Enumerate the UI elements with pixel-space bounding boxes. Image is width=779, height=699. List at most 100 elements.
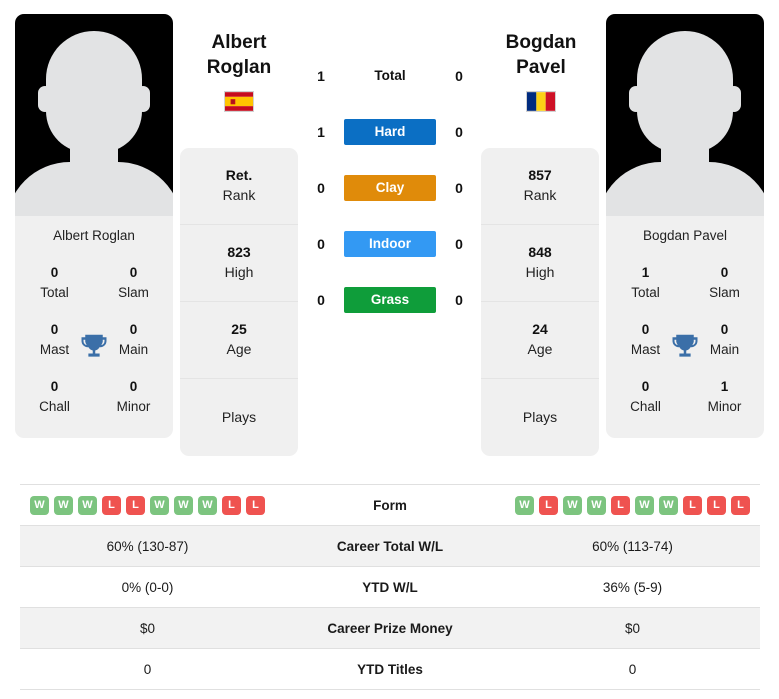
form-badge-left-1[interactable]: W bbox=[54, 495, 73, 515]
form-badge-right-4[interactable]: L bbox=[611, 495, 630, 515]
surface-titles-column: 1 Total 0 1 Hard 0 0 Clay 0 0 Indoor 0 0 Grass 0 bbox=[310, 62, 470, 314]
stat-age-left: 25 Age bbox=[180, 302, 298, 379]
form-badge-left-3[interactable]: L bbox=[102, 495, 121, 515]
stat-rank-label-left: Rank bbox=[222, 187, 256, 203]
player-last-name-right: Pavel bbox=[516, 57, 566, 79]
player-panel-left[interactable]: Albert Roglan 0 Total 0 Slam 0 Mast 0 Ma… bbox=[15, 14, 173, 439]
surface-row-total: 1 Total 0 bbox=[310, 62, 470, 90]
player-panel-name-right: Bogdan Pavel bbox=[642, 228, 728, 243]
table-cell-left-career_prize_money: $0 bbox=[139, 620, 156, 636]
form-badge-left-6[interactable]: W bbox=[174, 495, 193, 515]
title-cell-chall-right: 0 Chall bbox=[606, 369, 685, 426]
titles-grid-left: 0 Total 0 Slam 0 Mast 0 Main 0 Chall 0 M… bbox=[15, 255, 173, 438]
stat-rank-value-right: 857 bbox=[528, 167, 552, 184]
form-list-left: WWWLLWWWLL bbox=[20, 495, 275, 515]
title-label-chall-left: Chall bbox=[39, 398, 70, 414]
table-cell-left-ytd_titles: 0 bbox=[143, 661, 152, 677]
form-badge-right-0[interactable]: W bbox=[515, 495, 534, 515]
player-panel-right[interactable]: Bogdan Pavel 1 Total 0 Slam 0 Mast 0 Mai… bbox=[606, 14, 764, 439]
title-cell-chall-left: 0 Chall bbox=[15, 369, 94, 426]
table-label-ytd_titles: YTD Titles bbox=[357, 661, 423, 677]
flag-romania-icon bbox=[526, 90, 556, 112]
stat-rank-right: 857 Rank bbox=[481, 148, 599, 225]
surface-badge-hard: Hard bbox=[344, 119, 436, 145]
form-badge-left-4[interactable]: L bbox=[126, 495, 145, 515]
avatar-ear-left-shape bbox=[38, 86, 52, 112]
table-cell-right-form: WLWWLWWLLL bbox=[505, 495, 760, 515]
stat-plays-left: Plays bbox=[180, 379, 298, 456]
surface-wins-right-hard: 0 bbox=[455, 124, 463, 140]
title-label-minor-right: Minor bbox=[707, 398, 742, 414]
title-cell-total-left: 0 Total bbox=[15, 255, 94, 312]
stat-plays-right: Plays bbox=[481, 379, 599, 456]
form-badge-left-9[interactable]: L bbox=[246, 495, 265, 515]
title-label-slam-left: Slam bbox=[118, 284, 149, 300]
form-badge-right-1[interactable]: L bbox=[539, 495, 558, 515]
stat-high-label-left: High bbox=[224, 264, 254, 280]
form-badge-right-6[interactable]: W bbox=[659, 495, 678, 515]
title-value-slam-left: 0 bbox=[129, 265, 138, 280]
title-value-slam-right: 0 bbox=[720, 265, 729, 280]
form-badge-right-9[interactable]: L bbox=[731, 495, 750, 515]
title-label-slam-right: Slam bbox=[709, 284, 740, 300]
form-badge-left-8[interactable]: L bbox=[222, 495, 241, 515]
avatar-ear-right-shape bbox=[727, 86, 741, 112]
player-panel-name-left: Albert Roglan bbox=[53, 228, 135, 243]
stat-age-label-left: Age bbox=[226, 341, 252, 357]
table-cell-right-ytd_titles: 0 bbox=[628, 661, 637, 677]
stat-high-right: 848 High bbox=[481, 225, 599, 302]
table-row: 0 YTD Titles 0 bbox=[20, 649, 760, 690]
table-label-form: Form bbox=[373, 497, 407, 513]
surface-wins-right-indoor: 0 bbox=[455, 236, 463, 252]
titles-grid-right: 1 Total 0 Slam 0 Mast 0 Main 0 Chall 1 M… bbox=[606, 255, 764, 438]
surface-row-grass: 0 Grass 0 bbox=[310, 286, 470, 314]
title-label-minor-left: Minor bbox=[116, 398, 151, 414]
form-badge-right-8[interactable]: L bbox=[707, 495, 726, 515]
flag-spain-icon bbox=[224, 90, 254, 112]
stat-plays-label-right: Plays bbox=[522, 408, 558, 425]
avatar-ear-right-shape bbox=[136, 86, 150, 112]
form-list-right: WLWWLWWLLL bbox=[505, 495, 760, 515]
stat-high-label-right: High bbox=[525, 264, 555, 280]
stat-rank-value-left: Ret. bbox=[225, 167, 253, 184]
stat-card-right: 857 Rank 848 High 24 Age Plays bbox=[481, 148, 599, 456]
title-label-chall-right: Chall bbox=[630, 398, 661, 414]
stat-rank-label-right: Rank bbox=[523, 187, 557, 203]
form-badge-right-5[interactable]: W bbox=[635, 495, 654, 515]
surface-wins-right-clay: 0 bbox=[455, 180, 463, 196]
surface-badge-total: Total bbox=[374, 68, 406, 83]
title-label-total-right: Total bbox=[631, 284, 660, 300]
surface-wins-left-clay: 0 bbox=[317, 180, 325, 196]
form-badge-right-3[interactable]: W bbox=[587, 495, 606, 515]
player-avatar-right bbox=[606, 14, 764, 216]
surface-badge-clay: Clay bbox=[344, 175, 436, 201]
title-value-chall-right: 0 bbox=[641, 379, 650, 395]
surface-wins-left-grass: 0 bbox=[317, 292, 325, 308]
stat-age-right: 24 Age bbox=[481, 302, 599, 379]
surface-wins-left-hard: 1 bbox=[317, 124, 325, 140]
form-badge-left-5[interactable]: W bbox=[150, 495, 169, 515]
form-badge-right-7[interactable]: L bbox=[683, 495, 702, 515]
title-label-total-left: Total bbox=[40, 284, 69, 300]
form-badge-left-0[interactable]: W bbox=[30, 495, 49, 515]
surface-wins-left-total: 1 bbox=[317, 68, 325, 84]
form-badge-left-7[interactable]: W bbox=[198, 495, 217, 515]
title-value-minor-right: 1 bbox=[720, 379, 729, 395]
table-label-ytd_wl: YTD W/L bbox=[362, 579, 418, 595]
stat-plays-label-left: Plays bbox=[221, 408, 257, 425]
table-row: 0% (0-0) YTD W/L 36% (5-9) bbox=[20, 567, 760, 608]
table-cell-right-career_prize_money: $0 bbox=[624, 620, 641, 636]
table-row: 60% (130-87) Career Total W/L 60% (113-74) bbox=[20, 526, 760, 567]
player-avatar-left bbox=[15, 14, 173, 216]
form-badge-left-2[interactable]: W bbox=[78, 495, 97, 515]
player-last-name-left: Roglan bbox=[206, 57, 272, 79]
title-cell-total-right: 1 Total bbox=[606, 255, 685, 312]
table-row: W W W L L W W W L L Form W L W W L W W L L L bbox=[20, 485, 760, 526]
table-row: $0 Career Prize Money $0 bbox=[20, 608, 760, 649]
surface-row-clay: 0 Clay 0 bbox=[310, 174, 470, 202]
player-first-name-left: Albert bbox=[211, 32, 267, 53]
table-label-career_prize_money: Career Prize Money bbox=[327, 620, 453, 636]
form-badge-right-2[interactable]: W bbox=[563, 495, 582, 515]
stat-rank-left: Ret. Rank bbox=[180, 148, 298, 225]
player-header-right: Bogdan Pavel bbox=[476, 30, 606, 112]
